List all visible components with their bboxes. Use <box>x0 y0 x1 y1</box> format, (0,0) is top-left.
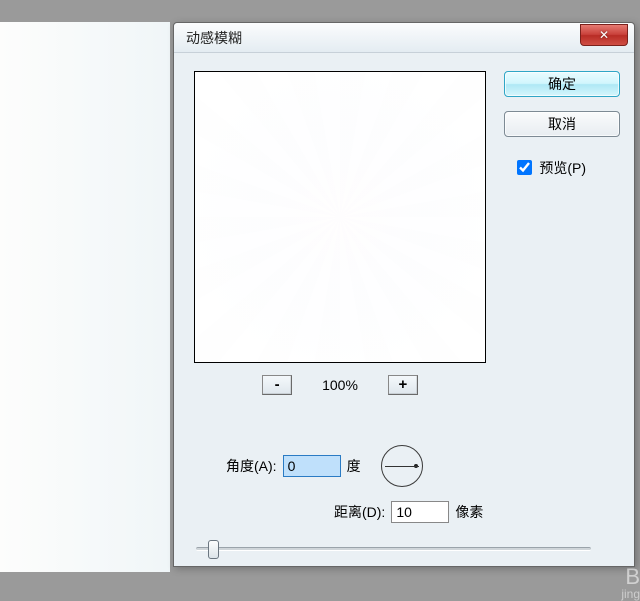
close-icon: ✕ <box>599 28 609 42</box>
zoom-value: 100% <box>322 377 358 393</box>
motion-blur-dialog: 动感模糊 ✕ - 100% + 确定 取消 预览(P) 角度(A): 度 <box>173 22 635 567</box>
distance-unit: 像素 <box>455 502 483 522</box>
plus-icon: + <box>399 376 408 393</box>
distance-slider-track[interactable] <box>196 547 591 551</box>
preview-checkbox-label: 预览(P) <box>539 158 586 178</box>
cancel-label: 取消 <box>548 114 576 134</box>
dialog-body: - 100% + 确定 取消 预览(P) 角度(A): 度 距离(D): 像素 <box>174 53 634 566</box>
watermark: B jing <box>621 564 640 600</box>
preview-checkbox-row[interactable]: 预览(P) <box>513 157 586 178</box>
ok-label: 确定 <box>548 74 576 94</box>
angle-row: 角度(A): 度 <box>226 445 423 487</box>
watermark-top: B <box>621 566 640 588</box>
effect-preview[interactable] <box>194 71 486 363</box>
zoom-controls: - 100% + <box>194 375 486 395</box>
preview-checkbox[interactable] <box>517 160 532 175</box>
minus-icon: - <box>275 376 280 393</box>
distance-slider-thumb[interactable] <box>208 540 219 559</box>
cancel-button[interactable]: 取消 <box>504 111 620 137</box>
zoom-out-button[interactable]: - <box>262 375 292 395</box>
ok-button[interactable]: 确定 <box>504 71 620 97</box>
distance-label: 距离(D): <box>334 502 385 522</box>
distance-row: 距离(D): 像素 <box>334 501 483 523</box>
zoom-in-button[interactable]: + <box>388 375 418 395</box>
angle-dial[interactable] <box>381 445 423 487</box>
canvas-background <box>0 22 170 572</box>
dialog-title: 动感模糊 <box>186 28 242 48</box>
dialog-titlebar[interactable]: 动感模糊 ✕ <box>174 23 634 53</box>
angle-input[interactable] <box>283 455 341 477</box>
close-button[interactable]: ✕ <box>580 24 628 46</box>
angle-label: 角度(A): <box>226 456 277 476</box>
watermark-sub: jing <box>621 588 640 600</box>
angle-unit: 度 <box>347 456 361 476</box>
distance-input[interactable] <box>391 501 449 523</box>
